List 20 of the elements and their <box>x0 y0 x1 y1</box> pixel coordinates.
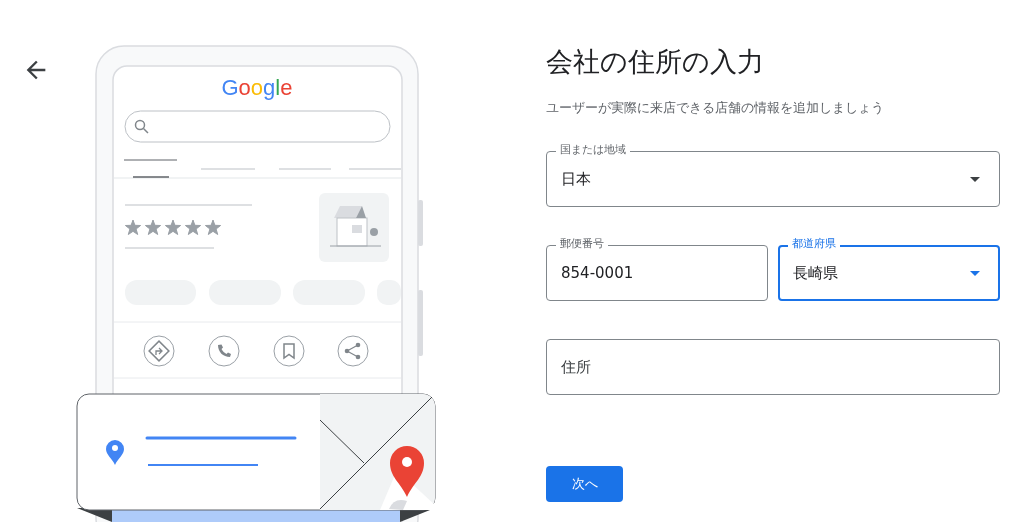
next-button[interactable]: 次へ <box>546 466 623 502</box>
page-subtitle: ユーザーが実際に来店できる店舗の情報を追加しましょう <box>546 99 885 117</box>
field-label: 国または地域 <box>556 142 630 158</box>
directions-icon <box>143 335 175 367</box>
star-icon <box>124 219 142 235</box>
field-label: 都道府県 <box>788 236 840 252</box>
star-icon <box>144 219 162 235</box>
dropdown-caret-icon <box>970 271 980 276</box>
google-logo: Google <box>221 75 293 100</box>
star-icon <box>164 219 182 235</box>
input-field[interactable]: 住所 <box>546 339 1000 395</box>
star-icon <box>204 219 222 235</box>
star-icon <box>184 219 202 235</box>
store-icon <box>319 193 389 262</box>
field-label: 郵便番号 <box>556 236 608 252</box>
share-icon <box>337 335 369 367</box>
phone-call-icon <box>208 335 240 367</box>
page-title: 会社の住所の入力 <box>546 45 765 79</box>
dropdown-caret-icon <box>970 177 980 182</box>
bookmark-icon <box>273 335 305 367</box>
